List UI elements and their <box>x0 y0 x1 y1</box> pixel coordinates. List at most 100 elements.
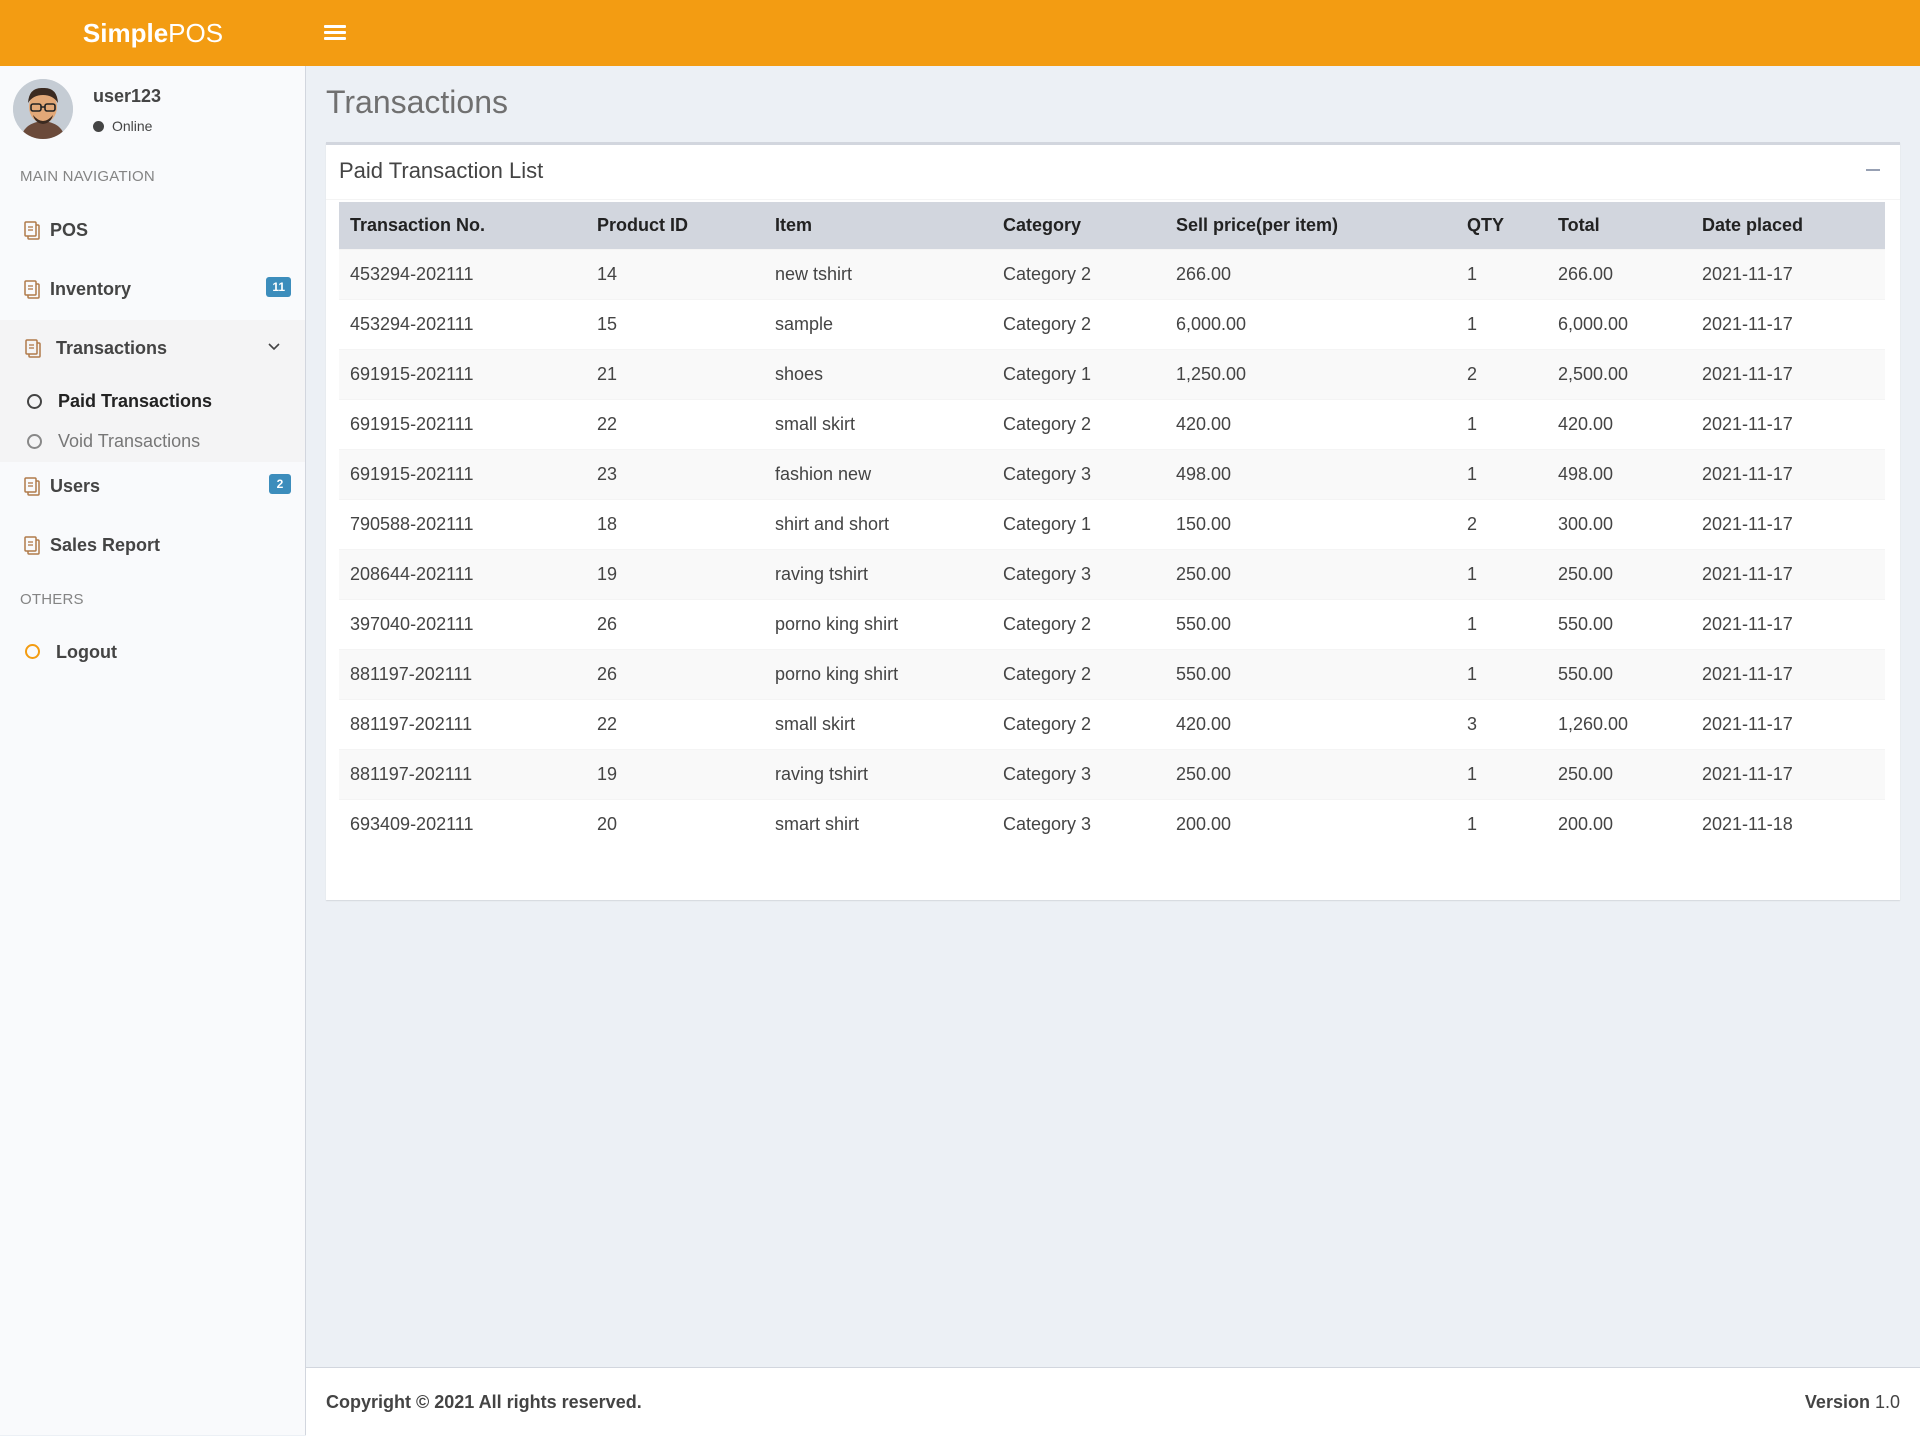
table-cell: 266.00 <box>1547 249 1691 300</box>
table-cell: 1 <box>1456 549 1547 600</box>
table-cell: Category 3 <box>992 749 1165 800</box>
table-cell: 420.00 <box>1165 399 1456 450</box>
transactions-submenu: Paid Transactions Void Transactions <box>0 378 305 462</box>
table-cell: small skirt <box>764 399 992 450</box>
table-cell: 1 <box>1456 399 1547 450</box>
table-cell: 2021-11-17 <box>1691 449 1885 500</box>
table-header-row: Transaction No. Product ID Item Category Sel… <box>339 202 1885 250</box>
table-cell: Category 2 <box>992 649 1165 700</box>
table-cell: 250.00 <box>1547 549 1691 600</box>
table-cell: 200.00 <box>1547 799 1691 849</box>
sidebar-item-inventory[interactable]: Inventory 11 <box>0 261 305 319</box>
version-info: Version 1.0 <box>1805 1392 1900 1413</box>
table-cell: 550.00 <box>1547 649 1691 700</box>
sidebar-item-label: POS <box>50 220 89 240</box>
table-cell: 691915-202111 <box>339 349 586 400</box>
table-cell: Category 3 <box>992 799 1165 849</box>
table-row: 691915-202111 21 shoes Category 1 1,250.00 2 2… <box>339 349 1885 400</box>
table-cell: 18 <box>586 499 764 550</box>
table-cell: 420.00 <box>1165 699 1456 750</box>
sidebar-item-paid-transactions[interactable]: Paid Transactions <box>0 382 305 422</box>
table-cell: 250.00 <box>1165 549 1456 600</box>
sidebar-item-users[interactable]: Users 2 <box>0 458 305 516</box>
sidebar-item-transactions[interactable]: Transactions <box>0 320 305 378</box>
table-row: 881197-202111 19 raving tshirt Category 3 25… <box>339 749 1885 800</box>
table-cell: 15 <box>586 299 764 350</box>
clipboard-icon <box>24 221 40 240</box>
inventory-count-badge: 11 <box>266 277 291 297</box>
table-cell: 2021-11-17 <box>1691 349 1885 400</box>
table-row: 453294-202111 14 new tshirt Category 2 266.0… <box>339 249 1885 300</box>
table-cell: 550.00 <box>1165 599 1456 650</box>
table-cell: 19 <box>586 749 764 800</box>
sidebar-item-sales-report[interactable]: Sales Report <box>0 517 305 575</box>
table-cell: 453294-202111 <box>339 249 586 300</box>
sidebar-item-label: Sales Report <box>50 535 161 555</box>
table-cell: porno king shirt <box>764 649 992 700</box>
table-cell: 693409-202111 <box>339 799 586 849</box>
table-cell: 6,000.00 <box>1165 299 1456 350</box>
user-status-text: Online <box>112 118 153 134</box>
table-row: 691915-202111 23 fashion new Category 3 498.… <box>339 449 1885 500</box>
circle-icon <box>27 394 42 409</box>
table-cell: Category 1 <box>992 349 1165 400</box>
table-cell: 498.00 <box>1165 449 1456 500</box>
table-cell: 691915-202111 <box>339 399 586 450</box>
table-cell: 250.00 <box>1547 749 1691 800</box>
table-cell: 1,250.00 <box>1165 349 1456 400</box>
app-logo[interactable]: SimplePOS <box>0 0 306 66</box>
sidebar-item-void-transactions[interactable]: Void Transactions <box>0 422 305 462</box>
box-header: Paid Transaction List <box>326 145 1900 200</box>
sidebar-item-label: Inventory <box>50 279 132 299</box>
table-row: 881197-202111 26 porno king shirt Category … <box>339 649 1885 700</box>
table-cell: 26 <box>586 649 764 700</box>
collapse-minus-icon[interactable] <box>1866 169 1880 171</box>
table-cell: 498.00 <box>1547 449 1691 500</box>
table-cell: fashion new <box>764 449 992 500</box>
table-cell: 14 <box>586 249 764 300</box>
table-cell: 21 <box>586 349 764 400</box>
table-cell: 2021-11-17 <box>1691 499 1885 550</box>
table-cell: 1 <box>1456 599 1547 650</box>
others-header: OTHERS <box>20 591 84 608</box>
table-cell: 19 <box>586 549 764 600</box>
table-cell: Category 2 <box>992 599 1165 650</box>
table-cell: 1 <box>1456 249 1547 300</box>
sidebar-item-label: Users <box>50 476 101 496</box>
table-body: 453294-202111 14 new tshirt Category 2 266.0… <box>339 249 1885 849</box>
sidebar-item-pos[interactable]: POS <box>0 202 305 260</box>
table-cell: Category 2 <box>992 299 1165 350</box>
table-row: 693409-202111 20 smart shirt Category 3 200.… <box>339 799 1885 849</box>
table-cell: 266.00 <box>1165 249 1456 300</box>
user-name: user123 <box>93 86 162 106</box>
table-cell: 2,500.00 <box>1547 349 1691 400</box>
column-header: Date placed <box>1702 215 1804 235</box>
table-cell: small skirt <box>764 699 992 750</box>
table-cell: Category 3 <box>992 549 1165 600</box>
table-cell: 22 <box>586 699 764 750</box>
table-cell: 550.00 <box>1547 599 1691 650</box>
table-cell: Category 2 <box>992 399 1165 450</box>
table-cell: Category 2 <box>992 249 1165 300</box>
hamburger-menu-icon[interactable] <box>324 22 346 44</box>
circle-icon <box>25 644 40 659</box>
sidebar: user123 Online MAIN NAVIGATION POS Inven… <box>0 66 306 1435</box>
user-status: Online <box>93 118 152 134</box>
table-cell: 150.00 <box>1165 499 1456 550</box>
table-cell: 26 <box>586 599 764 650</box>
table-cell: 453294-202111 <box>339 299 586 350</box>
table-cell: 2021-11-17 <box>1691 699 1885 750</box>
sidebar-item-logout[interactable]: Logout <box>0 624 305 682</box>
chevron-down-icon[interactable] <box>267 340 281 354</box>
footer: Copyright © 2021 All rights reserved. Ve… <box>306 1367 1920 1436</box>
sidebar-item-label: Void Transactions <box>58 431 201 451</box>
logo-light-text: POS <box>168 18 224 48</box>
table-cell: 3 <box>1456 699 1547 750</box>
table-cell: 2021-11-17 <box>1691 649 1885 700</box>
table-cell: 300.00 <box>1547 499 1691 550</box>
table-cell: 790588-202111 <box>339 499 586 550</box>
clipboard-icon <box>24 477 40 496</box>
table-row: 397040-202111 26 porno king shirt Category … <box>339 599 1885 650</box>
column-header: Category <box>1003 215 1082 235</box>
logo-bold-text: Simple <box>82 18 169 48</box>
